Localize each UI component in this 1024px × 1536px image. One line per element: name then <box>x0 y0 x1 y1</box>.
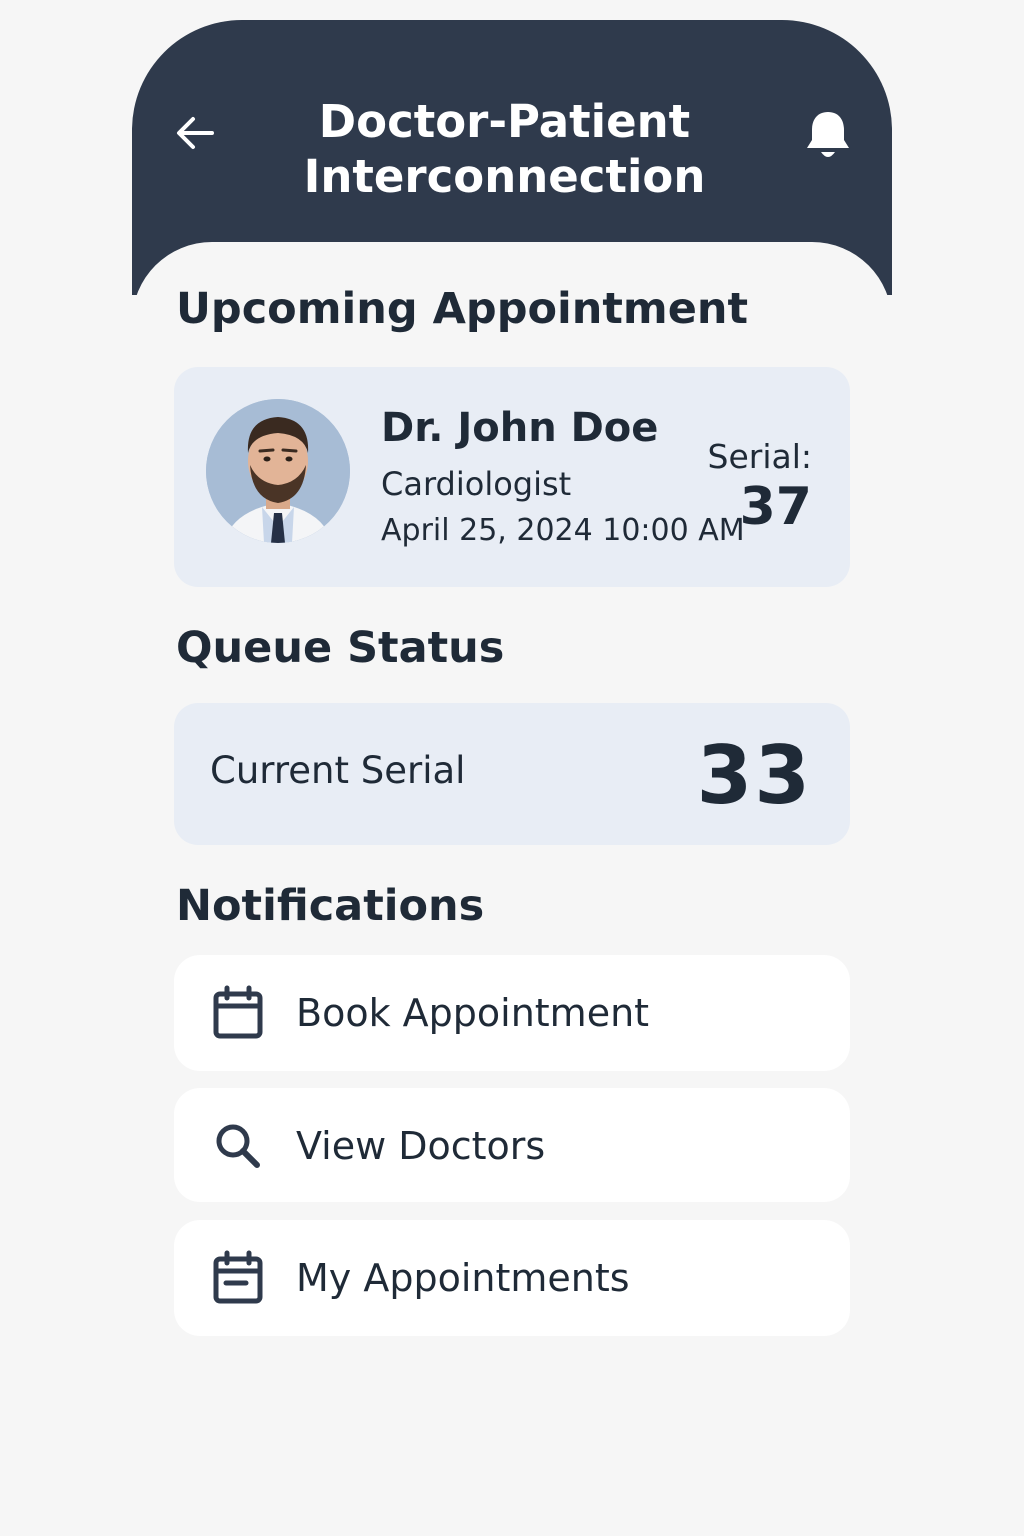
notifications-heading: Notifications <box>176 881 485 931</box>
book-appointment-button[interactable]: Book Appointment <box>174 955 850 1071</box>
search-icon <box>216 1124 260 1168</box>
bell-icon <box>807 112 849 157</box>
back-button[interactable] <box>172 110 218 156</box>
page-title: Doctor-Patient Interconnection <box>252 94 757 204</box>
my-appointments-label: My Appointments <box>296 1256 630 1300</box>
app-screen: Doctor-Patient Interconnection Upcoming … <box>132 20 892 1520</box>
current-serial-value: 33 <box>696 729 812 822</box>
calendar-icon <box>213 985 263 1039</box>
view-doctors-label: View Doctors <box>296 1124 546 1168</box>
notifications-button[interactable] <box>804 108 852 162</box>
queue-status-heading: Queue Status <box>176 623 505 673</box>
my-appointments-button[interactable]: My Appointments <box>174 1220 850 1336</box>
page-title-line2: Interconnection <box>303 150 706 203</box>
appointment-card[interactable]: Dr. John Doe Cardiologist April 25, 2024… <box>174 367 850 587</box>
upcoming-appointment-heading: Upcoming Appointment <box>176 284 749 334</box>
arrow-left-icon <box>177 117 214 149</box>
view-doctors-button[interactable]: View Doctors <box>174 1088 850 1202</box>
current-serial-label: Current Serial <box>210 749 466 792</box>
serial-number: 37 <box>739 477 812 537</box>
serial-label: Serial: <box>707 437 813 476</box>
appointment-datetime: April 25, 2024 10:00 AM <box>381 513 745 548</box>
doctor-name: Dr. John Doe <box>381 405 659 451</box>
queue-status-card: Current Serial 33 <box>174 703 850 845</box>
doctor-specialty: Cardiologist <box>381 465 572 503</box>
doctor-avatar <box>206 399 350 543</box>
page-title-line1: Doctor-Patient <box>318 95 691 148</box>
book-appointment-label: Book Appointment <box>296 991 650 1035</box>
calendar-event-icon <box>213 1250 263 1304</box>
